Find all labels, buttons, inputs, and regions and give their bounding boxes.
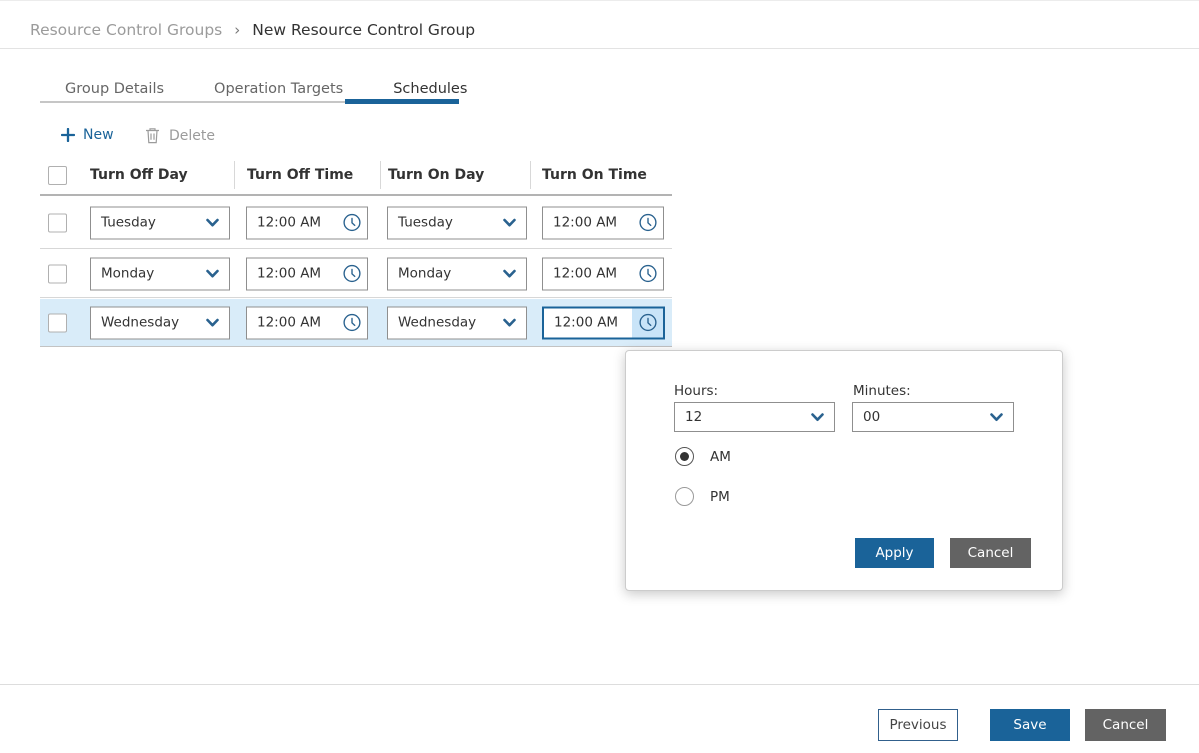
table-row: Tuesday 12:00 AM Tuesday 12:00 AM [40,197,672,249]
turn-off-time-value: 12:00 AM [247,266,336,282]
chevron-down-icon [206,218,219,227]
time-picker-popup: Hours: 12 Minutes: 00 AM PM Apply Cancel [625,350,1063,591]
hours-select[interactable]: 12 [674,402,835,432]
chevron-down-icon [206,318,219,327]
column-header-turn-on-day: Turn On Day [388,167,484,183]
chevron-down-icon [206,269,219,278]
tab-underline-inactive [40,101,345,103]
turn-off-day-value: Tuesday [101,215,156,231]
schedules-page: Resource Control Groups › New Resource C… [0,0,1199,753]
row-checkbox[interactable] [48,213,67,232]
tab-group-details[interactable]: Group Details [40,81,189,97]
clock-icon[interactable] [632,207,663,238]
turn-on-time-input[interactable]: 12:00 AM [542,206,664,239]
header-divider [0,48,1199,49]
hours-value: 12 [685,409,702,425]
turn-on-time-value: 12:00 AM [544,315,632,331]
breadcrumb-parent-link[interactable]: Resource Control Groups [30,21,222,39]
turn-on-day-select[interactable]: Tuesday [387,206,527,239]
popup-cancel-button[interactable]: Cancel [950,538,1031,568]
turn-off-day-select[interactable]: Monday [90,257,230,290]
turn-off-day-value: Wednesday [101,315,179,331]
select-all-checkbox[interactable] [48,166,67,185]
am-option[interactable]: AM [675,447,731,466]
chevron-down-icon [990,413,1003,422]
column-divider [380,161,381,189]
chevron-down-icon [503,218,516,227]
clock-icon[interactable] [632,258,663,289]
chevron-down-icon [811,413,824,422]
turn-off-time-input[interactable]: 12:00 AM [246,306,368,339]
column-divider [530,161,531,189]
am-label: AM [710,449,731,465]
turn-off-time-input[interactable]: 12:00 AM [246,206,368,239]
row-checkbox[interactable] [48,264,67,283]
minutes-select[interactable]: 00 [852,402,1014,432]
pm-option[interactable]: PM [675,487,730,506]
table-header-border [40,194,672,196]
delete-button[interactable]: Delete [145,127,215,144]
turn-off-time-value: 12:00 AM [247,215,336,231]
footer-cancel-button[interactable]: Cancel [1085,709,1166,741]
column-header-turn-off-time: Turn Off Time [247,167,353,183]
breadcrumb-separator-icon: › [234,21,240,39]
turn-on-day-value: Monday [398,266,451,282]
delete-button-label: Delete [169,128,215,144]
table-row-selected: Wednesday 12:00 AM Wednesday 12:00 AM [40,299,672,347]
plus-icon [61,128,75,142]
table-row: Monday 12:00 AM Monday 12:00 AM [40,250,672,298]
turn-on-time-value: 12:00 AM [543,215,632,231]
tab-bar: Group Details Operation Targets Schedule… [40,75,492,102]
apply-button[interactable]: Apply [855,538,934,568]
pm-radio[interactable] [675,487,694,506]
clock-icon[interactable] [632,308,663,337]
tab-schedules[interactable]: Schedules [368,81,492,97]
turn-off-time-input[interactable]: 12:00 AM [246,257,368,290]
page-title: New Resource Control Group [252,21,475,39]
turn-on-time-input[interactable]: 12:00 AM [542,257,664,290]
clock-icon[interactable] [336,207,367,238]
turn-off-day-select[interactable]: Wednesday [90,306,230,339]
turn-on-time-value: 12:00 AM [543,266,632,282]
column-divider [234,161,235,189]
tab-operation-targets[interactable]: Operation Targets [189,81,368,97]
turn-off-day-value: Monday [101,266,154,282]
minutes-value: 00 [863,409,880,425]
save-button[interactable]: Save [990,709,1070,741]
new-button-label: New [83,127,114,143]
turn-off-time-value: 12:00 AM [247,315,336,331]
clock-icon[interactable] [336,258,367,289]
turn-on-day-value: Wednesday [398,315,476,331]
column-header-turn-off-day: Turn Off Day [90,167,188,183]
hours-label: Hours: [674,383,718,399]
tab-underline-active [345,99,459,104]
trash-icon [145,127,160,144]
turn-off-day-select[interactable]: Tuesday [90,206,230,239]
chevron-down-icon [503,269,516,278]
breadcrumb: Resource Control Groups › New Resource C… [30,21,475,39]
am-radio-selected[interactable] [675,447,694,466]
new-button[interactable]: New [61,127,114,143]
turn-on-day-select[interactable]: Wednesday [387,306,527,339]
minutes-label: Minutes: [853,383,911,399]
turn-on-day-select[interactable]: Monday [387,257,527,290]
column-header-turn-on-time: Turn On Time [542,167,647,183]
row-checkbox[interactable] [48,313,67,332]
turn-on-time-input-focused[interactable]: 12:00 AM [542,306,665,339]
previous-button[interactable]: Previous [878,709,958,741]
clock-icon[interactable] [336,307,367,338]
turn-on-day-value: Tuesday [398,215,453,231]
chevron-down-icon [503,318,516,327]
pm-label: PM [710,489,730,505]
footer-divider [0,684,1199,685]
